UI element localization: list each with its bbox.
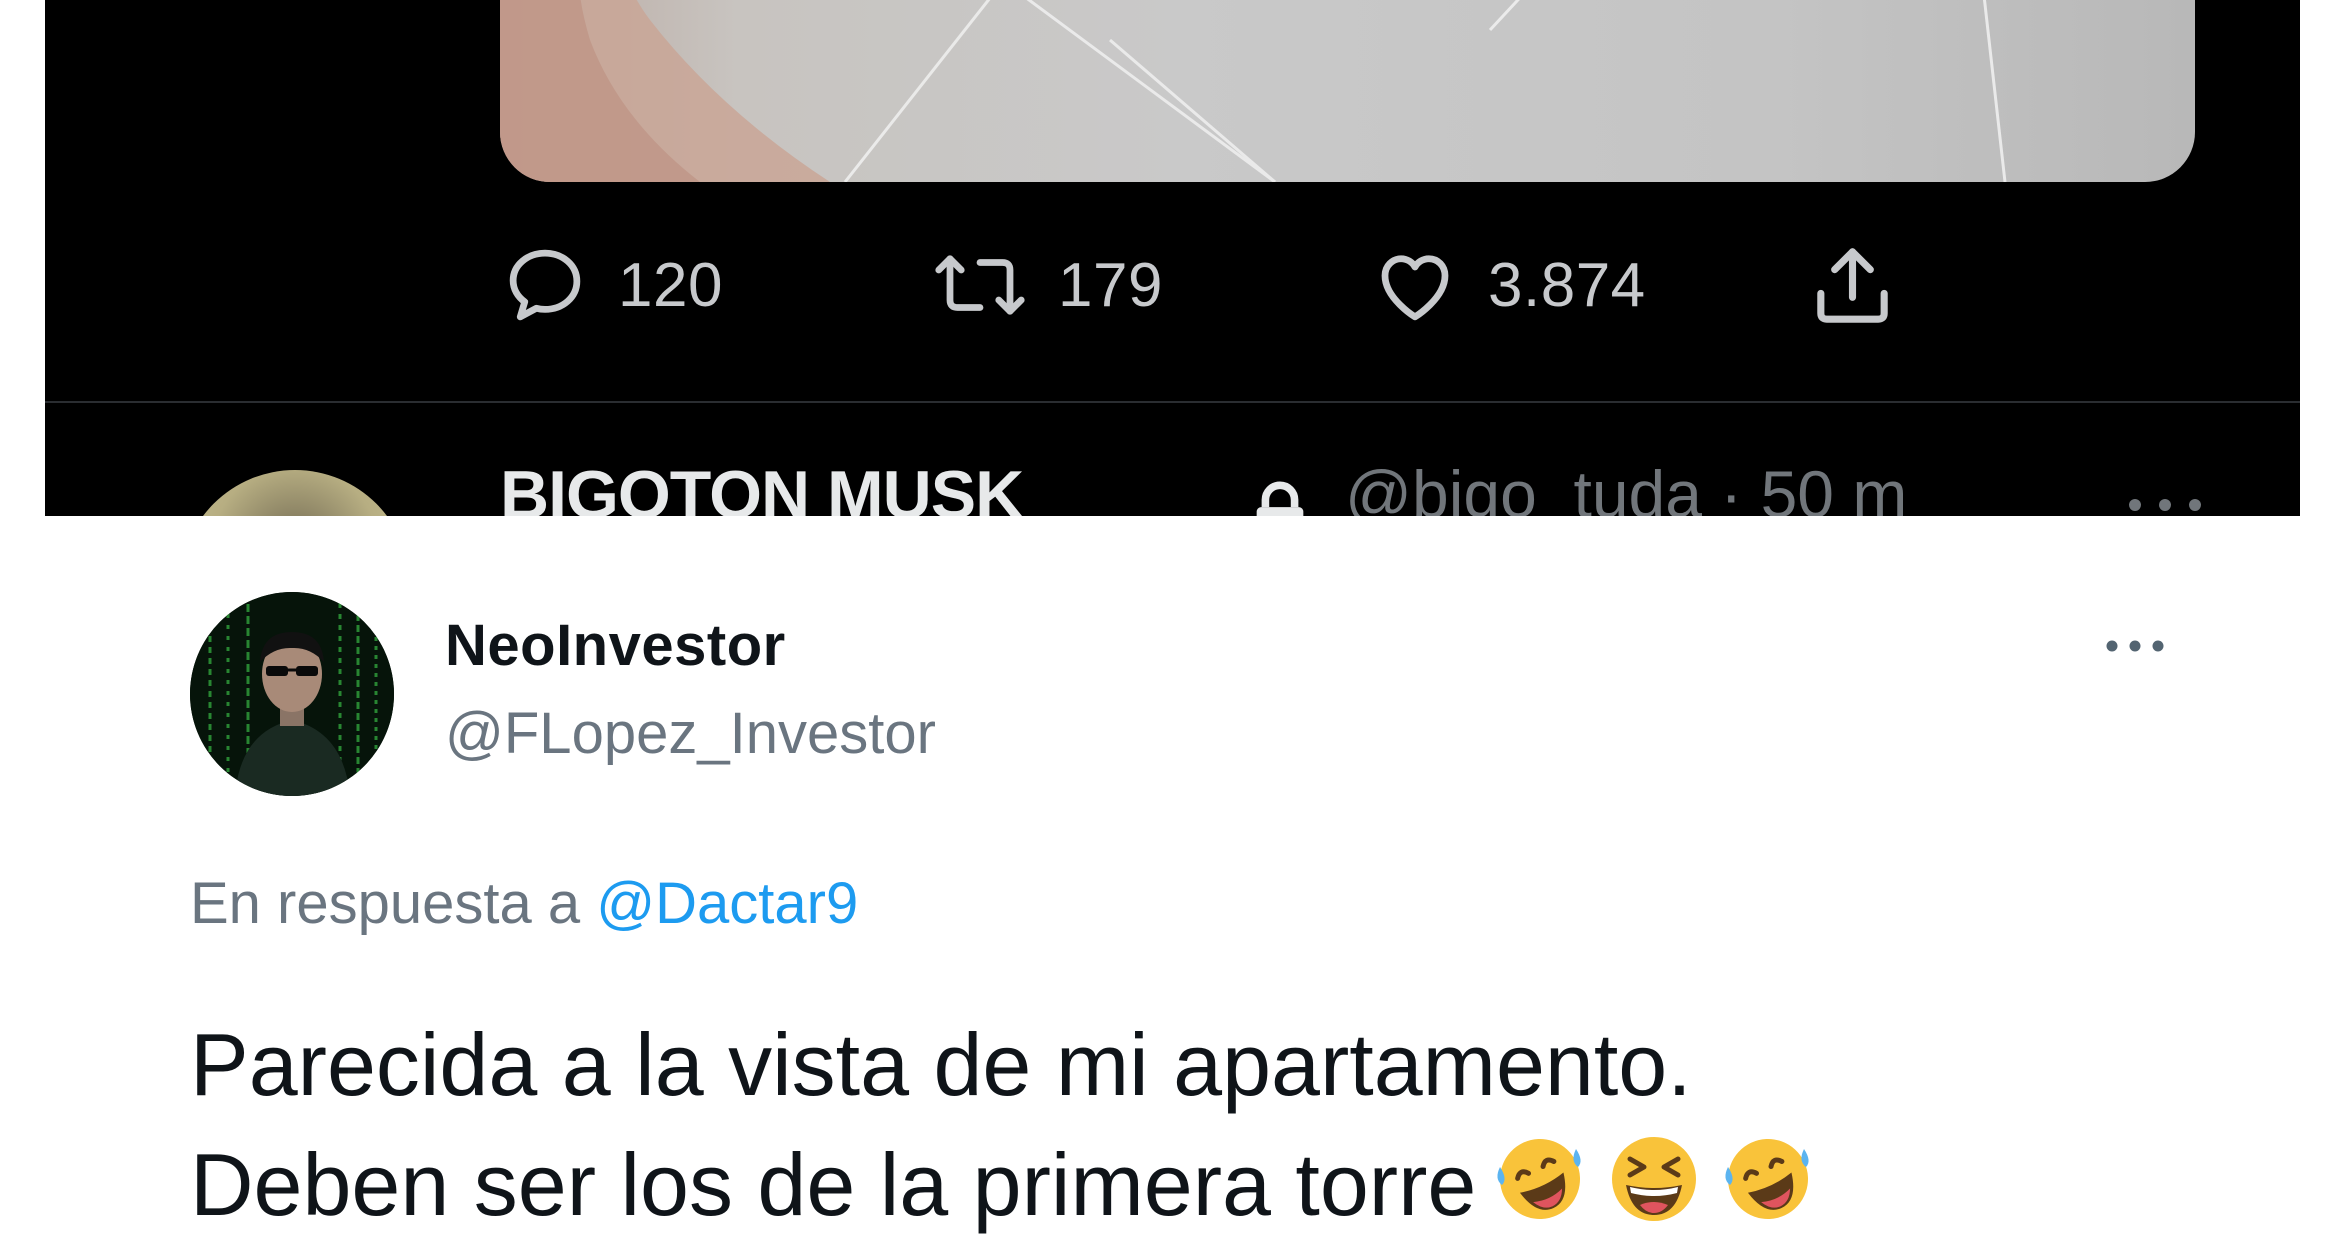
reply-count: 120 <box>618 250 723 320</box>
like-action[interactable]: 3.874 <box>1370 230 1646 340</box>
tweet-display-name[interactable]: NeoInvestor <box>445 612 786 679</box>
heart-icon <box>1370 240 1460 330</box>
tweet-action-bar: 120 179 3.874 <box>45 230 2300 340</box>
next-tweet-avatar[interactable] <box>180 470 410 516</box>
previous-tweet-card: 120 179 3.874 BIGOTON MUSK @bigo_tuda · … <box>45 0 2300 516</box>
more-options-button[interactable] <box>2095 628 2175 668</box>
retweet-action[interactable]: 179 <box>930 230 1163 340</box>
lock-icon <box>1245 478 1315 516</box>
grinning-squinting-face-emoji <box>1604 1129 1704 1229</box>
next-tweet-display-name[interactable]: BIGOTON MUSK <box>500 456 1024 516</box>
share-upload-icon <box>1805 238 1900 333</box>
reply-action[interactable]: 120 <box>500 230 723 340</box>
tweet-text-line-1: Parecida a la vista de mi apartamento. <box>190 1015 1692 1114</box>
more-dots-icon[interactable] <box>2120 490 2210 516</box>
reply-bubble-icon <box>500 240 590 330</box>
rolling-on-floor-laughing-emoji <box>1718 1129 1818 1229</box>
next-tweet-meta: @bigo_tuda · 50 m <box>1345 457 1908 516</box>
more-dots-icon <box>2102 636 2168 661</box>
reply-mention-link[interactable]: @Dactar9 <box>596 871 858 936</box>
tweet-divider <box>45 401 2300 403</box>
like-count: 3.874 <box>1488 250 1646 320</box>
avatar[interactable] <box>190 592 394 796</box>
share-action[interactable] <box>1805 230 1900 340</box>
reply-prefix: En respuesta a <box>190 871 581 936</box>
rolling-on-floor-laughing-emoji <box>1490 1129 1590 1229</box>
tweet-text: Parecida a la vista de mi apartamento. D… <box>190 1005 2240 1245</box>
retweet-icon <box>930 240 1030 330</box>
tweet-media-image[interactable] <box>500 0 2195 182</box>
tweet-handle[interactable]: @FLopez_Investor <box>445 700 936 767</box>
reply-context: En respuesta a @Dactar9 <box>190 870 858 937</box>
retweet-count: 179 <box>1058 250 1163 320</box>
tweet-text-line-2: Deben ser los de la primera torre <box>190 1135 1477 1234</box>
tweet-text-line-2-wrap: Deben ser los de la primera torre <box>190 1125 2240 1245</box>
